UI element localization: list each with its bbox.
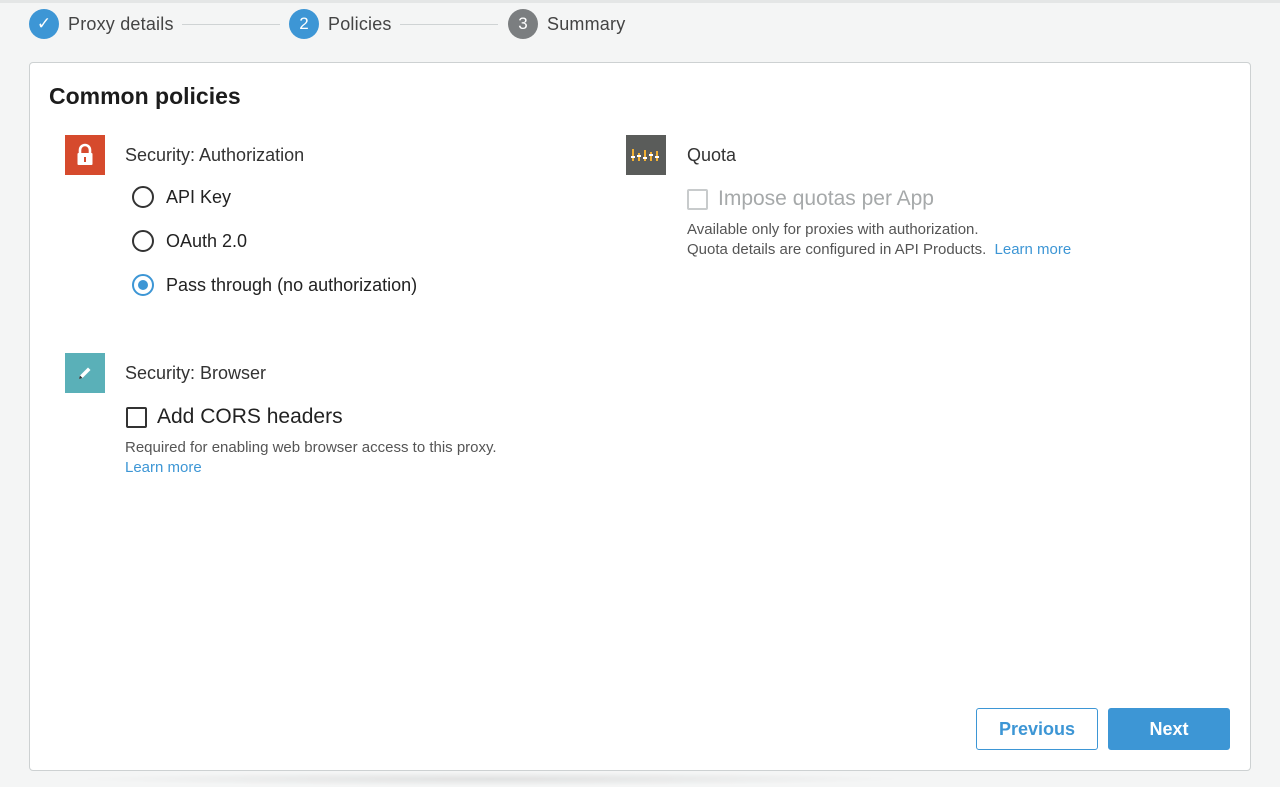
step-summary[interactable]: 3 Summary [508, 9, 625, 39]
cors-help-text: Required for enabling web browser access… [125, 439, 497, 456]
quota-checkbox[interactable] [687, 188, 708, 210]
radio-label: OAuth 2.0 [166, 230, 248, 251]
radio-oauth[interactable]: OAuth 2.0 [132, 228, 247, 254]
card-title: Common policies [49, 83, 241, 109]
top-border [0, 0, 1280, 3]
quota-help-line2: Quota details are configured in API Prod… [687, 241, 987, 258]
quota-help: Available only for proxies with authoriz… [687, 220, 1071, 260]
quota-help-line2-row: Quota details are configured in API Prod… [687, 240, 1071, 260]
cors-label: Add CORS headers [157, 405, 343, 428]
quota-checkbox-label: Impose quotas per App [718, 187, 934, 210]
cors-checkbox[interactable] [126, 406, 147, 428]
step-number-badge: 3 [508, 9, 538, 39]
radio-api-key[interactable]: API Key [132, 184, 231, 210]
security-authorization-label: Security: Authorization [125, 145, 305, 165]
equalizer-icon [626, 135, 666, 175]
cors-learn-more-link[interactable]: Learn more [125, 459, 202, 476]
step-label: Summary [547, 13, 626, 34]
quota-help-line1: Available only for proxies with authoriz… [687, 221, 979, 238]
lock-icon [65, 135, 105, 175]
card-shadow [70, 772, 910, 786]
previous-button[interactable]: Previous [976, 708, 1098, 750]
step-policies[interactable]: 2 Policies [289, 9, 392, 39]
quota-label: Quota [687, 145, 737, 165]
checkmark-icon: ✓ [29, 9, 59, 39]
cors-checkbox-row[interactable]: Add CORS headers [126, 404, 343, 430]
step-connector [400, 24, 498, 25]
next-button[interactable]: Next [1108, 708, 1230, 750]
pencil-icon [65, 353, 105, 393]
step-proxy-details[interactable]: ✓ Proxy details [29, 9, 174, 39]
radio-button[interactable] [132, 186, 154, 208]
step-number-badge: 2 [289, 9, 319, 39]
cors-help: Required for enabling web browser access… [125, 438, 497, 478]
step-label: Proxy details [68, 13, 174, 34]
radio-button[interactable] [132, 230, 154, 252]
security-browser-label: Security: Browser [125, 363, 267, 383]
radio-label: API Key [166, 186, 232, 207]
quota-learn-more-link[interactable]: Learn more [995, 241, 1072, 258]
common-policies-card: Common policies Security: Authorization … [29, 62, 1251, 771]
radio-label: Pass through (no authorization) [166, 274, 418, 295]
quota-checkbox-row[interactable]: Impose quotas per App [687, 186, 934, 212]
step-connector [182, 24, 280, 25]
step-label: Policies [328, 13, 392, 34]
radio-button[interactable] [132, 274, 154, 296]
radio-pass-through[interactable]: Pass through (no authorization) [132, 272, 417, 298]
